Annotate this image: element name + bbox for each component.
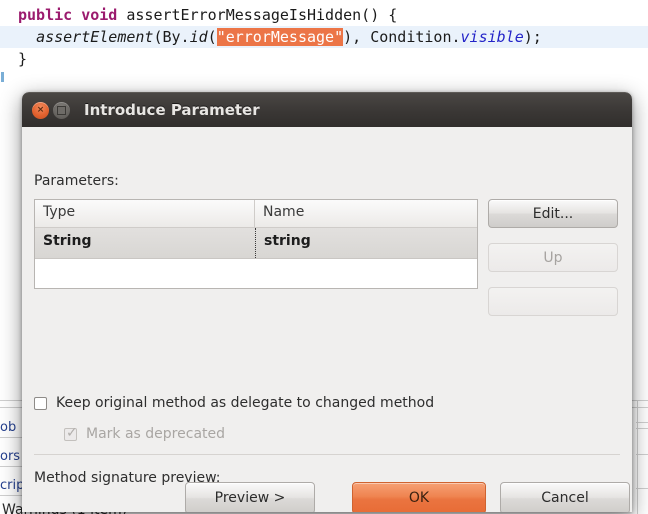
mark-as-deprecated-checkbox: ✓ Mark as deprecated (64, 426, 225, 442)
column-header-name[interactable]: Name (255, 200, 477, 227)
cell-name[interactable]: string (255, 228, 477, 258)
method-signature: assertErrorMessageIsHidden() { (126, 6, 397, 24)
right-row-divider-1 (636, 422, 648, 423)
close-icon[interactable]: × (32, 102, 49, 119)
panel-row-label-1[interactable]: ob (0, 420, 16, 435)
section-divider (34, 454, 620, 455)
line-tail: ); (524, 28, 542, 46)
panel-row-divider-3 (0, 495, 24, 496)
parameters-label: Parameters: (34, 173, 119, 189)
keep-original-method-label: Keep original method as delegate to chan… (56, 395, 434, 411)
table-row[interactable]: String string (35, 228, 477, 259)
id-method: id (190, 28, 208, 46)
panel-row-divider-2 (0, 466, 24, 467)
cancel-button[interactable]: Cancel (500, 482, 630, 512)
selected-string-literal[interactable]: "errorMessage" (217, 28, 343, 46)
close-glyph: × (37, 106, 45, 115)
paren-open-2: ( (208, 28, 217, 46)
code-line-3: } (18, 48, 27, 70)
panel-row-divider-1 (0, 437, 24, 438)
after-string: ), Condition. (343, 28, 460, 46)
introduce-parameter-dialog: × Introduce Parameter Parameters: Type N… (22, 92, 632, 512)
right-row-divider-3 (636, 454, 648, 455)
panel-row-label-2[interactable]: ors (0, 449, 20, 464)
by-class: By. (163, 28, 190, 46)
up-button[interactable]: Up (488, 243, 618, 272)
paren-open: ( (153, 28, 162, 46)
right-row-divider-4 (636, 488, 648, 489)
code-editor[interactable]: public void assertErrorMessageIsHidden()… (0, 0, 648, 86)
panel-row-label-3[interactable]: crip (0, 478, 24, 493)
maximize-glyph (57, 106, 66, 115)
screen: public void assertErrorMessageIsHidden()… (0, 0, 648, 514)
maximize-icon[interactable] (53, 102, 70, 119)
call-assert-element: assertElement (36, 28, 153, 46)
code-line-2: assertElement(By.id("errorMessage"), Con… (0, 26, 648, 48)
table-header-row: Type Name (35, 200, 477, 228)
ok-button[interactable]: OK (352, 482, 486, 512)
gutter-marker (1, 72, 4, 82)
preview-button[interactable]: Preview > (185, 482, 315, 512)
keep-original-method-checkbox[interactable]: Keep original method as delegate to chan… (34, 395, 434, 411)
right-panel-divider (637, 400, 638, 514)
table-empty-area[interactable] (35, 259, 477, 289)
checkbox-icon[interactable] (34, 397, 47, 410)
parameters-table[interactable]: Type Name String string (34, 199, 478, 289)
dialog-button-bar: Preview > OK Cancel (22, 482, 632, 512)
dialog-body: Parameters: Type Name String string Edit… (22, 127, 632, 512)
keyword-void: void (81, 6, 117, 24)
code-line-1: public void assertErrorMessageIsHidden()… (18, 4, 397, 26)
checkbox-checked-icon: ✓ (64, 428, 77, 441)
down-button[interactable] (488, 287, 618, 316)
dialog-title: Introduce Parameter (84, 101, 260, 119)
dialog-titlebar[interactable]: × Introduce Parameter (22, 92, 632, 127)
column-header-type[interactable]: Type (35, 200, 255, 227)
cell-type[interactable]: String (35, 228, 255, 258)
keyword-public: public (18, 6, 72, 24)
right-row-divider-2 (636, 428, 648, 429)
mark-as-deprecated-label: Mark as deprecated (86, 426, 225, 442)
visible-field: visible (461, 28, 524, 46)
check-glyph: ✓ (66, 426, 78, 440)
edit-button[interactable]: Edit... (488, 199, 618, 228)
